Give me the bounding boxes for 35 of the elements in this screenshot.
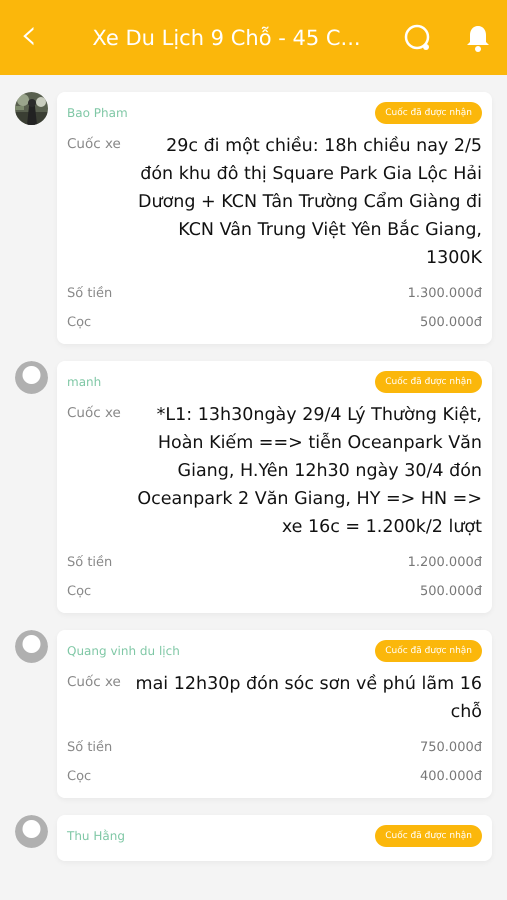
field-label: Số tiền <box>67 555 112 570</box>
deposit-value: 500.000đ <box>420 315 482 330</box>
field-label: Cuốc xe <box>67 404 121 423</box>
field-label: Số tiền <box>67 740 112 755</box>
deposit-value: 500.000đ <box>420 584 482 599</box>
post-card[interactable]: Thu Hằng Cuốc đã được nhận <box>57 815 492 861</box>
trip-description: *L1: 13h30ngày 29/4 Lý Thường Kiệt, Hoàn Kiếm ==> tiễn Oceanpark Văn Giang, H.Yên 12h30 ngày 30/4 đón Oceanpark 2 Văn Giang, HY => HN => xe 16c = 1.200k/2 lượt <box>136 404 482 539</box>
status-badge: Cuốc đã được nhận <box>375 371 482 393</box>
avatar-icon <box>15 815 48 848</box>
field-label: Cuốc xe <box>67 135 121 154</box>
author-name: Bao Pham <box>67 106 128 120</box>
field-label: Cọc <box>67 769 92 784</box>
author-name: manh <box>67 375 102 389</box>
author-name: Quang vinh du lịch <box>67 644 180 658</box>
status-badge: Cuốc đã được nhận <box>375 825 482 847</box>
field-label: Cọc <box>67 315 92 330</box>
amount-value: 1.300.000đ <box>408 286 482 301</box>
status-badge: Cuốc đã được nhận <box>375 102 482 124</box>
trip-description: mai 12h30p đón sóc sơn về phú lãm 16 chỗ <box>134 673 482 724</box>
avatar-icon <box>15 361 48 394</box>
avatar-icon <box>15 630 48 663</box>
amount-value: 1.200.000đ <box>408 555 482 570</box>
author-name: Thu Hằng <box>67 829 125 843</box>
trip-description: 29c đi một chiều: 18h chiều nay 2/5 đón khu đô thị Square Park Gia Lộc Hải Dương + KCN Tân Trường Cẩm Giàng đi KCN Vân Trung Việt Yên Bắc Giang, 1300K <box>137 135 482 270</box>
deposit-value: 400.000đ <box>420 769 482 784</box>
back-button[interactable]: ‹ <box>20 12 50 56</box>
amount-value: 750.000đ <box>420 740 482 755</box>
post-card[interactable] <box>57 361 492 613</box>
header-title: Xe Du Lịch 9 Chỗ - 45 C... <box>91 26 362 50</box>
status-badge: Cuốc đã được nhận <box>375 640 482 662</box>
field-label: Cọc <box>67 584 92 599</box>
post-card[interactable] <box>57 92 492 344</box>
field-label: Cuốc xe <box>67 673 121 692</box>
field-label: Số tiền <box>67 286 112 301</box>
post-card[interactable]: Quang vinh du lịch Cuốc đã được nhận Cuốc xe mai 12h30p đón sóc sơn về phú lãm 16 chỗ Số tiền 750.000đ Cọc 400.000đ <box>57 630 492 798</box>
